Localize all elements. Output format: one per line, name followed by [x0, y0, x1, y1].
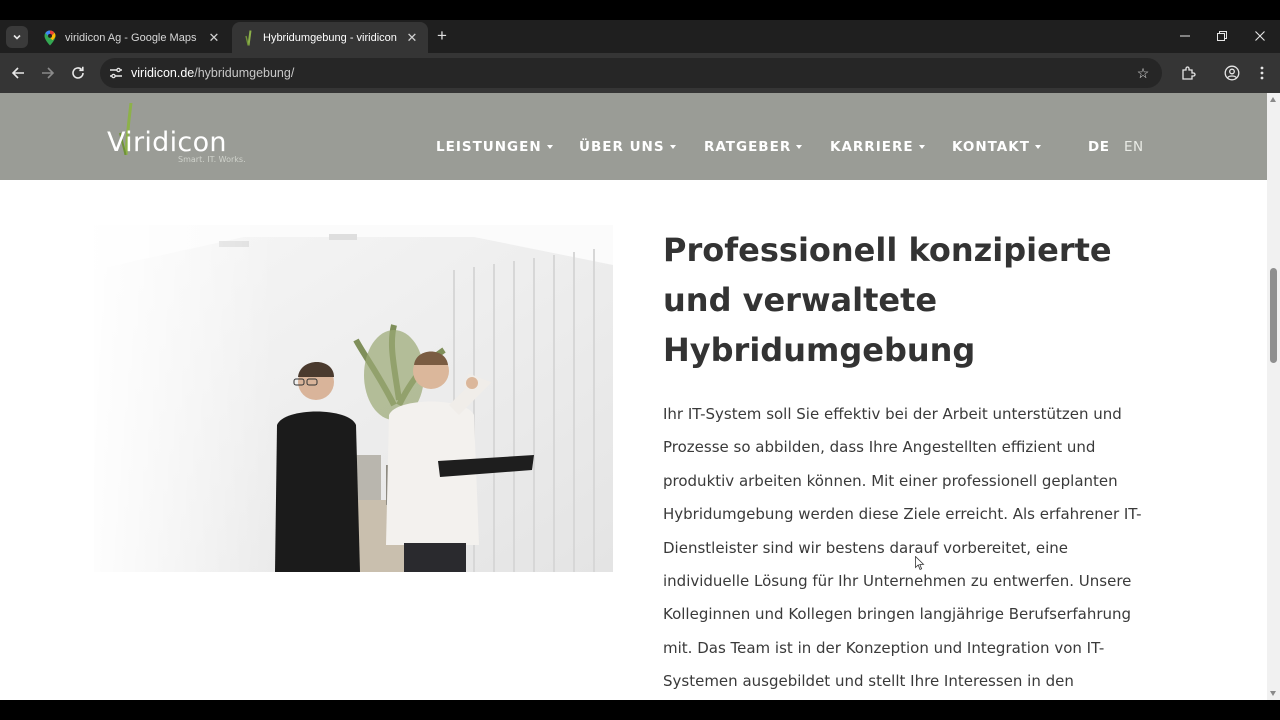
caret-down-icon [546, 145, 553, 149]
nav-karriere[interactable]: KARRIERE [830, 139, 925, 155]
nav-kontakt[interactable]: KONTAKT [952, 139, 1041, 155]
url-host: viridicon.de [131, 66, 195, 80]
address-bar[interactable]: viridicon.de/hybridumgebung/ ☆ [100, 58, 1162, 88]
url-path: /hybridumgebung/ [194, 66, 295, 80]
bookmark-star-icon[interactable]: ☆ [1134, 64, 1152, 82]
page-scrollbar[interactable] [1267, 93, 1280, 700]
logo-wordmark: Viridicon [107, 127, 227, 158]
restore-icon[interactable] [1207, 24, 1237, 48]
viridicon-favicon [240, 29, 256, 46]
caret-down-icon [1034, 145, 1041, 149]
language-de[interactable]: DE [1088, 139, 1109, 155]
tab-title: viridicon Ag - Google Maps [65, 31, 197, 44]
scrollbar-thumb[interactable] [1270, 268, 1277, 363]
tab-search-button[interactable] [6, 26, 28, 48]
menu-kebab-icon[interactable] [1251, 62, 1273, 84]
mouse-cursor-icon [915, 556, 925, 571]
caret-down-icon [796, 145, 803, 149]
tab-hybridumgebung[interactable]: Hybridumgebung - viridicon ✕ [232, 22, 428, 53]
web-page: Viridicon Smart. IT. Works. LEISTUNGEN Ü… [0, 93, 1267, 700]
maps-pin-icon [42, 30, 58, 46]
tab-google-maps[interactable]: viridicon Ag - Google Maps ✕ [34, 22, 230, 53]
language-en[interactable]: EN [1124, 139, 1144, 155]
scroll-up-icon[interactable] [1270, 97, 1276, 102]
viridicon-logo[interactable]: Viridicon Smart. IT. Works. [106, 103, 256, 173]
nav-label: LEISTUNGEN [436, 139, 542, 155]
scroll-down-icon[interactable] [1270, 691, 1276, 696]
nav-ratgeber[interactable]: RATGEBER [704, 139, 803, 155]
intro-paragraph: Ihr IT-System soll Sie effektiv bei der … [663, 405, 1142, 691]
new-tab-button[interactable]: + [432, 26, 452, 46]
nav-label: RATGEBER [704, 139, 792, 155]
close-tab-icon[interactable]: ✕ [404, 30, 420, 46]
caret-down-icon [669, 145, 676, 149]
url-text: viridicon.de/hybridumgebung/ [131, 66, 294, 80]
reload-button[interactable] [66, 61, 90, 85]
profile-icon[interactable] [1221, 62, 1243, 84]
browser-toolbar: viridicon.de/hybridumgebung/ ☆ [0, 53, 1280, 93]
tab-title: Hybridumgebung - viridicon [263, 31, 397, 44]
extensions-icon[interactable] [1177, 62, 1199, 84]
nav-label: KONTAKT [952, 139, 1030, 155]
back-button[interactable] [6, 61, 30, 85]
nav-label: ÜBER UNS [579, 139, 665, 155]
office-photo [94, 225, 613, 572]
minimize-icon[interactable] [1170, 24, 1200, 48]
caret-down-icon [918, 145, 925, 149]
nav-label: KARRIERE [830, 139, 914, 155]
browser-tab-strip: viridicon Ag - Google Maps ✕ Hybridumgeb… [0, 20, 1280, 53]
nav-ueber-uns[interactable]: ÜBER UNS [579, 139, 676, 155]
site-info-icon[interactable] [108, 65, 124, 81]
close-window-icon[interactable] [1245, 24, 1275, 48]
arrow-left-icon [11, 67, 24, 79]
chevron-down-icon [13, 34, 21, 40]
close-tab-icon[interactable]: ✕ [206, 30, 222, 46]
forward-button[interactable] [36, 61, 60, 85]
site-header: Viridicon Smart. IT. Works. LEISTUNGEN Ü… [0, 93, 1267, 180]
page-headline: Professionell konzipierte und verwaltete… [663, 231, 1112, 369]
nav-leistungen[interactable]: LEISTUNGEN [436, 139, 553, 155]
reload-icon [72, 66, 84, 79]
logo-tagline: Smart. IT. Works. [178, 155, 246, 164]
arrow-right-icon [42, 67, 55, 79]
